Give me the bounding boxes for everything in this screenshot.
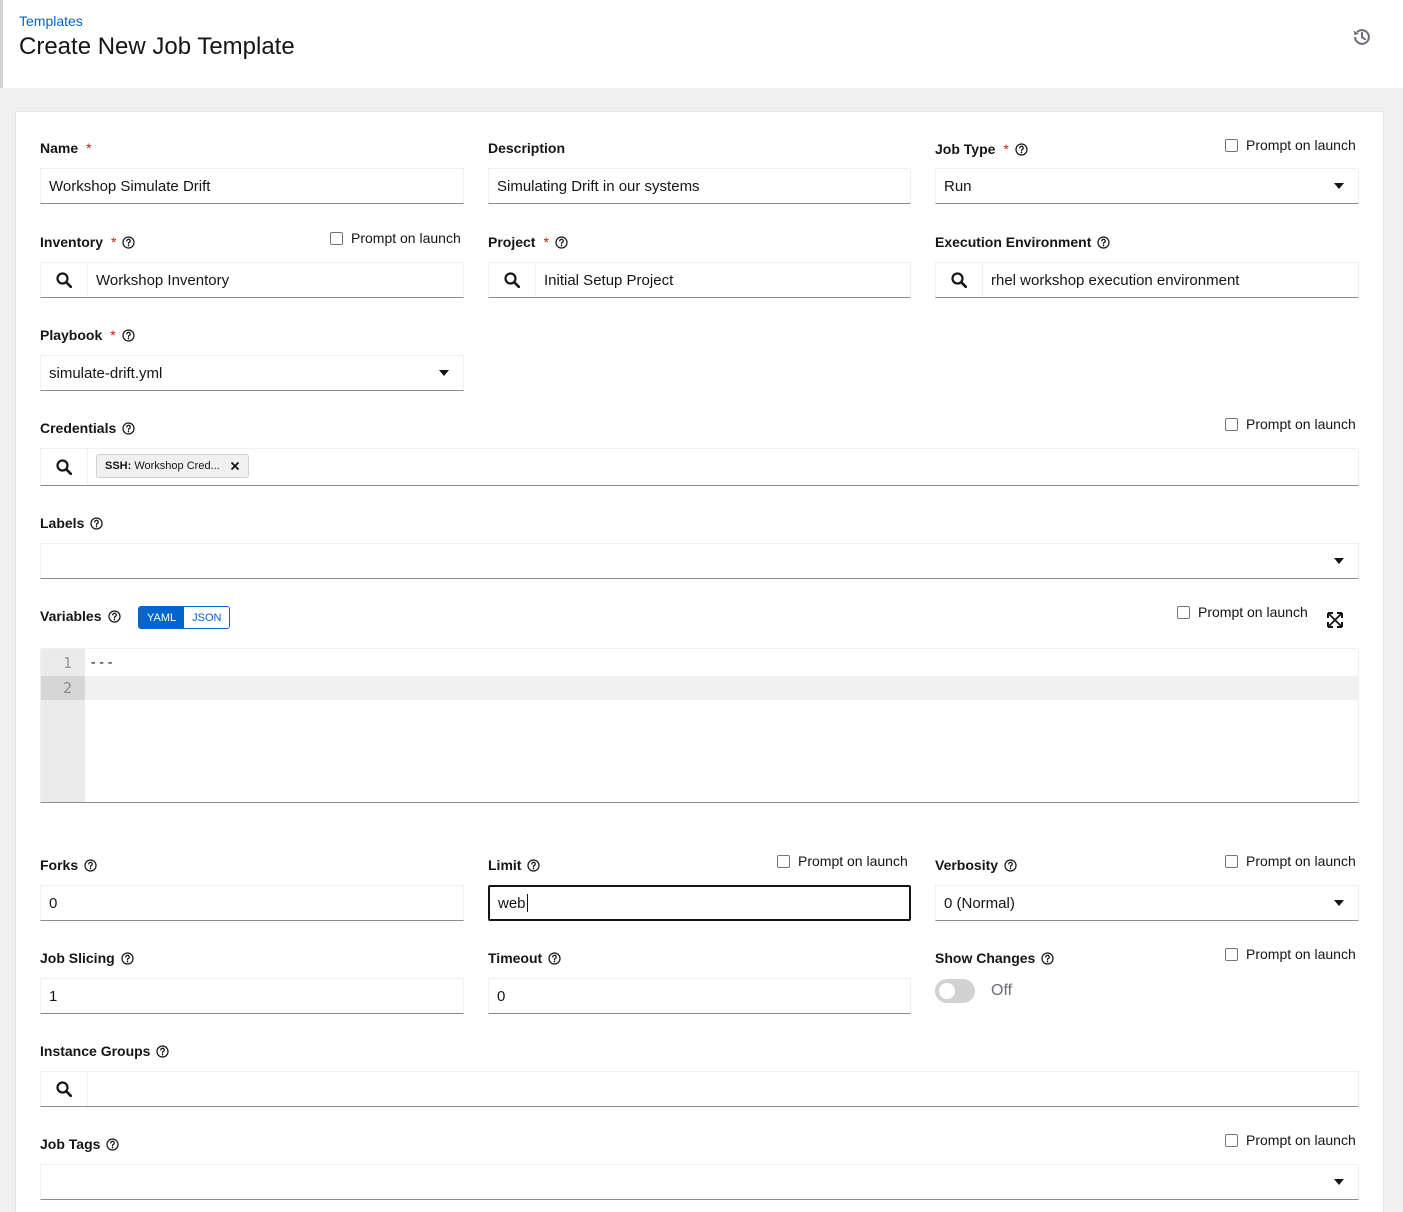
playbook-label: Playbook * (40, 327, 135, 343)
caret-down-icon (1334, 1179, 1344, 1185)
text-cursor (526, 894, 528, 912)
show-changes-toggle[interactable] (935, 979, 975, 1003)
help-icon[interactable] (122, 329, 135, 342)
description-input[interactable]: Simulating Drift in our systems (488, 168, 911, 204)
help-icon[interactable] (156, 1045, 169, 1058)
inventory-lookup: Workshop Inventory (40, 262, 464, 298)
help-icon[interactable] (1097, 236, 1110, 249)
yaml-toggle[interactable]: YAML (139, 607, 185, 628)
job-tags-label: Job Tags (40, 1136, 119, 1152)
help-icon[interactable] (106, 1138, 119, 1151)
verbosity-select[interactable]: 0 (Normal) (935, 885, 1359, 921)
variables-label: Variables (40, 608, 121, 624)
timeout-input[interactable]: 0 (488, 978, 911, 1014)
checkbox[interactable] (777, 854, 790, 868)
job-template-form: Name * Workshop Simulate Drift Descriptio… (15, 111, 1384, 1212)
help-icon[interactable] (122, 422, 135, 435)
credentials-lookup: SSH: Workshop Cred... (40, 448, 1359, 486)
breadcrumb-templates[interactable]: Templates (19, 13, 83, 29)
caret-down-icon (1334, 900, 1344, 906)
inventory-prompt-on-launch[interactable]: Prompt on launch (330, 230, 461, 246)
checkbox[interactable] (330, 231, 343, 245)
caret-down-icon (1334, 558, 1344, 564)
help-icon[interactable] (527, 859, 540, 872)
credentials-prompt-on-launch[interactable]: Prompt on launch (1225, 416, 1356, 432)
search-icon[interactable] (936, 263, 983, 297)
job-type-select[interactable]: Run (935, 168, 1359, 204)
search-icon[interactable] (41, 263, 88, 297)
project-value[interactable]: Initial Setup Project (536, 263, 910, 297)
caret-down-icon (1334, 183, 1344, 189)
close-icon[interactable] (230, 461, 240, 471)
labels-select[interactable] (40, 543, 1359, 579)
checkbox[interactable] (1225, 138, 1238, 152)
project-label: Project * (488, 234, 568, 250)
search-icon[interactable] (41, 1072, 88, 1106)
variables-format-toggle: YAML JSON (138, 606, 231, 629)
search-icon[interactable] (489, 263, 536, 297)
job-tags-prompt-on-launch[interactable]: Prompt on launch (1225, 1132, 1356, 1148)
history-icon[interactable] (1351, 26, 1373, 48)
instance-groups-lookup (40, 1071, 1359, 1107)
help-icon[interactable] (122, 236, 135, 249)
forks-input[interactable]: 0 (40, 885, 464, 921)
limit-label: Limit (488, 857, 540, 873)
help-icon[interactable] (121, 952, 134, 965)
job-type-label: Job Type * (935, 141, 1028, 157)
expand-icon[interactable] (1327, 612, 1343, 628)
help-icon[interactable] (1041, 952, 1054, 965)
project-lookup: Initial Setup Project (488, 262, 911, 298)
instance-groups-value[interactable] (88, 1072, 1358, 1106)
verbosity-label: Verbosity (935, 857, 1017, 873)
execution-environment-lookup: rhel workshop execution environment (935, 262, 1359, 298)
help-icon[interactable] (1015, 143, 1028, 156)
show-changes-state: Off (991, 982, 1013, 999)
show-changes-prompt-on-launch[interactable]: Prompt on launch (1225, 946, 1356, 962)
variables-code-editor[interactable]: 1 --- 2 (40, 648, 1359, 803)
checkbox[interactable] (1225, 947, 1238, 961)
help-icon[interactable] (1004, 859, 1017, 872)
inventory-label: Inventory * (40, 234, 135, 250)
editor-line-active: 2 (41, 676, 1358, 700)
help-icon[interactable] (108, 610, 121, 623)
help-icon[interactable] (90, 517, 103, 530)
execution-environment-value[interactable]: rhel workshop execution environment (983, 263, 1358, 297)
caret-down-icon (439, 370, 449, 376)
show-changes-label: Show Changes (935, 950, 1054, 966)
instance-groups-label: Instance Groups (40, 1043, 169, 1059)
page-title: Create New Job Template (19, 33, 295, 60)
search-icon[interactable] (41, 449, 88, 485)
description-label: Description (488, 140, 566, 156)
checkbox[interactable] (1225, 417, 1238, 431)
credentials-label: Credentials (40, 420, 135, 436)
help-icon[interactable] (548, 952, 561, 965)
verbosity-prompt-on-launch[interactable]: Prompt on launch (1225, 853, 1356, 869)
job-slicing-label: Job Slicing (40, 950, 134, 966)
checkbox[interactable] (1225, 854, 1238, 868)
limit-prompt-on-launch[interactable]: Prompt on launch (777, 853, 908, 869)
job-slicing-input[interactable]: 1 (40, 978, 464, 1014)
playbook-select[interactable]: simulate-drift.yml (40, 355, 464, 391)
help-icon[interactable] (84, 859, 97, 872)
credential-chip: SSH: Workshop Cred... (96, 454, 249, 478)
variables-prompt-on-launch[interactable]: Prompt on launch (1177, 604, 1308, 620)
execution-environment-label: Execution Environment (935, 234, 1110, 250)
job-tags-select[interactable] (40, 1164, 1359, 1200)
limit-input[interactable]: web (488, 885, 911, 921)
editor-line: 1 --- (62, 654, 115, 672)
forks-label: Forks (40, 857, 97, 873)
json-toggle[interactable]: JSON (184, 607, 230, 628)
inventory-value[interactable]: Workshop Inventory (88, 263, 463, 297)
page-header: Templates Create New Job Template (0, 0, 1403, 88)
job-type-prompt-on-launch[interactable]: Prompt on launch (1225, 137, 1356, 153)
labels-label: Labels (40, 515, 103, 531)
name-input[interactable]: Workshop Simulate Drift (40, 168, 464, 204)
name-label: Name * (40, 140, 92, 156)
checkbox[interactable] (1225, 1133, 1238, 1147)
timeout-label: Timeout (488, 950, 561, 966)
checkbox[interactable] (1177, 605, 1190, 619)
help-icon[interactable] (555, 236, 568, 249)
